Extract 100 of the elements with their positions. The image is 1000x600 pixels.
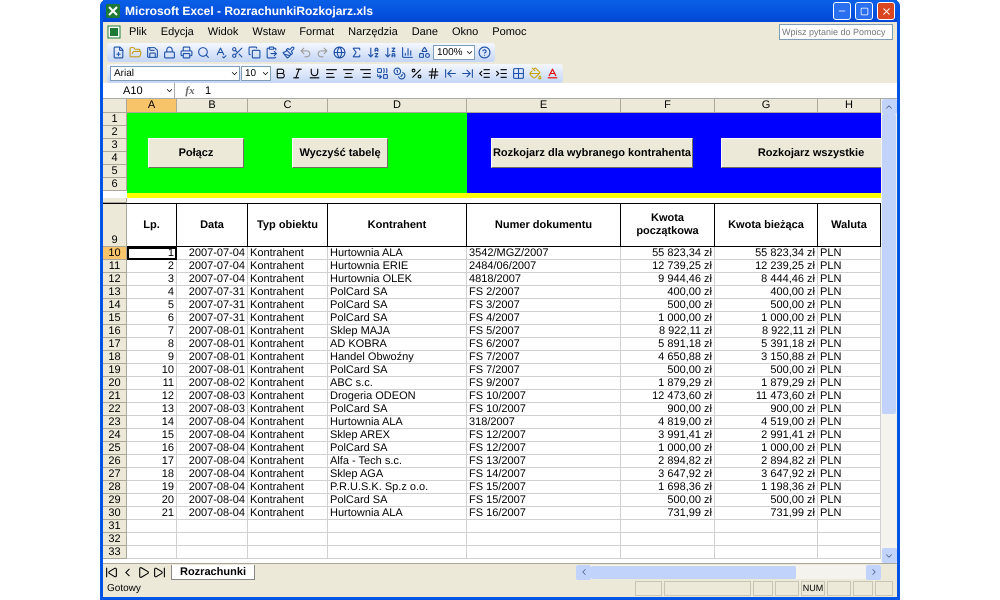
sort-ascending-icon[interactable] <box>365 44 381 60</box>
column-header[interactable]: E <box>467 99 621 113</box>
window-title: Microsoft Excel - RozrachunkiRozkojarz.xls <box>125 4 374 18</box>
sort-descending-icon[interactable] <box>382 44 398 60</box>
workbook-icon[interactable] <box>107 25 121 39</box>
scroll-right-button[interactable] <box>866 564 881 580</box>
column-header[interactable]: A <box>127 99 177 113</box>
column-header[interactable]: H <box>818 99 881 113</box>
scroll-up-button[interactable] <box>882 99 896 114</box>
column-header[interactable]: B <box>177 99 248 113</box>
fill-color-icon[interactable] <box>527 65 543 81</box>
row-header[interactable]: 22 <box>103 403 127 416</box>
row-header[interactable]: 11 <box>103 260 127 273</box>
column-header[interactable]: F <box>621 99 715 113</box>
sheet-tab[interactable]: Rozrachunki <box>171 564 256 580</box>
row-header[interactable]: 12 <box>103 273 127 286</box>
row-header[interactable]: 17 <box>103 338 127 351</box>
help-search-field[interactable]: Wpisz pytanie do Pomocy <box>779 24 893 40</box>
minimize-button[interactable] <box>833 2 851 20</box>
row-header[interactable]: 6 <box>103 178 127 191</box>
row-header[interactable]: 1 <box>103 113 127 126</box>
zoom-field[interactable]: 100% <box>433 45 475 60</box>
column-header[interactable]: C <box>248 99 328 113</box>
maximize-button[interactable] <box>855 2 873 20</box>
row-header[interactable]: 29 <box>103 494 127 507</box>
menu-item[interactable]: Plik <box>123 26 153 38</box>
row-header[interactable]: 30 <box>103 507 127 520</box>
chart-icon[interactable] <box>399 44 415 60</box>
row-header[interactable]: 23 <box>103 416 127 429</box>
menu-item[interactable]: Pomoc <box>486 26 533 38</box>
row-header[interactable]: 32 <box>103 533 127 546</box>
macro-button[interactable]: Rozkojarz dla wybranego kontrahenta <box>491 138 693 168</box>
lock-icon[interactable] <box>161 44 177 60</box>
menu-item[interactable]: Format <box>293 26 340 38</box>
row-header[interactable]: 19 <box>103 364 127 377</box>
scroll-down-button[interactable] <box>882 548 896 563</box>
row-header[interactable]: 31 <box>103 520 127 533</box>
scroll-left-button[interactable] <box>576 564 591 580</box>
close-button[interactable] <box>877 2 895 20</box>
merge-icon[interactable] <box>374 65 390 81</box>
shapes-icon[interactable] <box>416 44 432 60</box>
table-cell: 400,00 zł <box>621 286 715 299</box>
table-cell: 900,00 zł <box>715 403 818 416</box>
formula-field[interactable]: 1 <box>205 84 897 96</box>
scrollbar-thumb[interactable] <box>882 114 896 414</box>
column-header[interactable]: G <box>715 99 818 113</box>
save-icon[interactable] <box>144 44 160 60</box>
help-icon[interactable] <box>476 44 492 60</box>
menu-item[interactable]: Widok <box>202 26 244 38</box>
row-header[interactable]: 20 <box>103 377 127 390</box>
copy-icon[interactable] <box>246 44 262 60</box>
row-header[interactable]: 26 <box>103 455 127 468</box>
menu-item[interactable]: Narzędzia <box>342 26 404 38</box>
row-header[interactable]: 27 <box>103 468 127 481</box>
row-header[interactable]: 3 <box>103 139 127 152</box>
menu-item[interactable]: Dane <box>406 26 444 38</box>
scrollbar-thumb[interactable] <box>591 566 796 578</box>
row-header[interactable]: 21 <box>103 390 127 403</box>
table-cell: 9 <box>127 351 177 364</box>
macro-button[interactable]: Połącz <box>148 138 244 168</box>
globe-icon[interactable] <box>331 44 347 60</box>
font-field[interactable]: Arial <box>110 66 240 80</box>
menu-item[interactable]: Okno <box>446 26 484 38</box>
row-header[interactable]: 18 <box>103 351 127 364</box>
cut-icon[interactable] <box>229 44 245 60</box>
macro-button[interactable]: Rozkojarz wszystkie <box>721 138 881 168</box>
borders-icon[interactable] <box>510 65 526 81</box>
print-preview-icon[interactable] <box>195 44 211 60</box>
row-header[interactable]: 14 <box>103 299 127 312</box>
caret-icon <box>465 48 474 57</box>
row-header[interactable]: 4 <box>103 152 127 165</box>
row-header[interactable]: 25 <box>103 442 127 455</box>
row-header[interactable]: 13 <box>103 286 127 299</box>
row-header[interactable]: 15 <box>103 312 127 325</box>
row-header[interactable]: 2 <box>103 126 127 139</box>
name-box[interactable]: A10 <box>103 83 175 98</box>
table-cell: 19 <box>127 481 177 494</box>
function-button[interactable]: fx <box>175 84 205 96</box>
row-header[interactable]: 16 <box>103 325 127 338</box>
row-header[interactable]: 24 <box>103 429 127 442</box>
column-header[interactable]: D <box>328 99 467 113</box>
table-cell: 2007-08-01 <box>177 364 248 377</box>
menu-item[interactable]: Wstaw <box>246 26 292 38</box>
row-header[interactable]: 9 <box>103 204 127 247</box>
row-header[interactable]: 28 <box>103 481 127 494</box>
currency-icon[interactable] <box>391 65 407 81</box>
font-size-field[interactable]: 10 <box>241 66 271 80</box>
macro-button[interactable]: Wyczyść tabelę <box>292 138 388 168</box>
row-header[interactable]: 33 <box>103 546 127 559</box>
row-header[interactable]: 5 <box>103 165 127 178</box>
table-cell: Handel Obwoźny <box>328 351 467 364</box>
brush-icon[interactable] <box>280 44 296 60</box>
table-cell: 500,00 zł <box>621 494 715 507</box>
table-cell: Alfa - Tech s.c. <box>328 455 467 468</box>
row-header[interactable]: 10 <box>103 247 127 260</box>
table-cell: PolCard SA <box>328 299 467 312</box>
table-cell: 2007-08-02 <box>177 377 248 390</box>
printer-icon[interactable] <box>178 44 194 60</box>
table-cell: Kontrahent <box>248 468 328 481</box>
menu-item[interactable]: Edycja <box>154 26 200 38</box>
